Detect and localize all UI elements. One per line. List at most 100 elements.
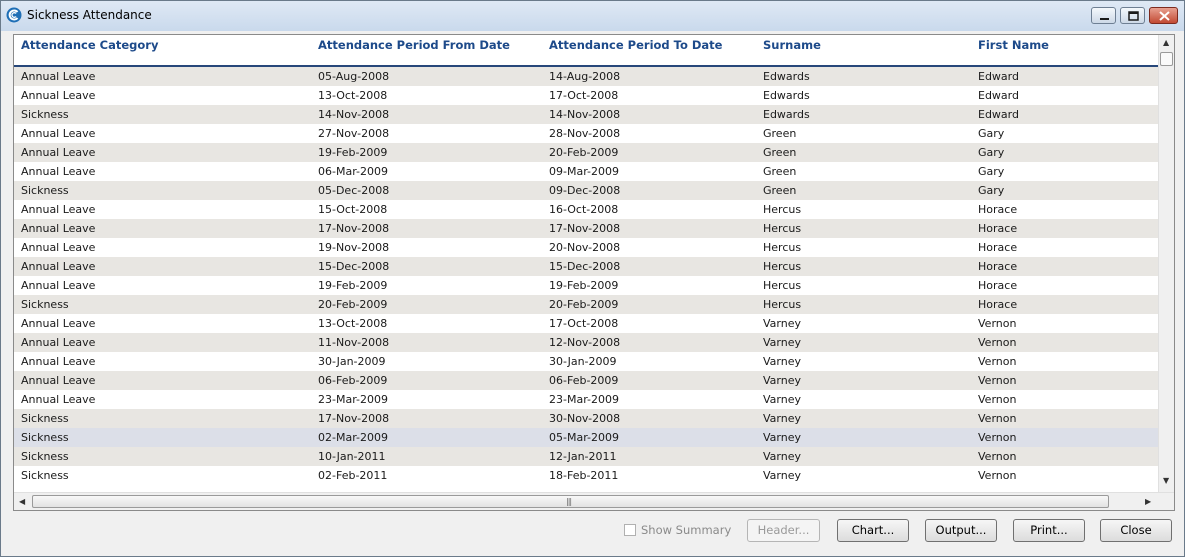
column-header-attendance-category[interactable]: Attendance Category bbox=[21, 38, 158, 52]
scroll-left-icon[interactable]: ◀ bbox=[19, 497, 25, 506]
cell-first-name: Horace bbox=[978, 298, 1018, 311]
cell-from-date: 23-Mar-2009 bbox=[318, 393, 388, 406]
cell-from-date: 11-Nov-2008 bbox=[318, 336, 390, 349]
table-row[interactable]: Sickness 14-Nov-2008 14-Nov-2008 Edwards Edw… bbox=[14, 105, 1158, 124]
cell-to-date: 17-Nov-2008 bbox=[549, 222, 621, 235]
table-row[interactable]: Annual Leave 15-Oct-2008 16-Oct-2008 Hercus… bbox=[14, 200, 1158, 219]
cell-first-name: Gary bbox=[978, 146, 1005, 159]
scroll-up-icon[interactable]: ▲ bbox=[1163, 38, 1169, 47]
attendance-grid[interactable]: Attendance Category Attendance Period Fr… bbox=[13, 34, 1175, 511]
table-row[interactable]: Annual Leave 06-Feb-2009 06-Feb-2009 Varney… bbox=[14, 371, 1158, 390]
output-button[interactable]: Output... bbox=[925, 519, 997, 542]
cell-surname: Edwards bbox=[763, 89, 810, 102]
grid-rows: Annual Leave 05-Aug-2008 14-Aug-2008 Edward… bbox=[14, 67, 1158, 492]
cell-to-date: 18-Feb-2011 bbox=[549, 469, 619, 482]
table-row[interactable]: Annual Leave 05-Aug-2008 14-Aug-2008 Edward… bbox=[14, 67, 1158, 86]
show-summary-label: Show Summary bbox=[641, 523, 732, 537]
scroll-right-icon[interactable]: ▶ bbox=[1145, 497, 1151, 506]
cell-surname: Varney bbox=[763, 469, 801, 482]
cell-attendance-category: Annual Leave bbox=[21, 222, 96, 235]
maximize-button[interactable] bbox=[1120, 7, 1145, 24]
cell-first-name: Edward bbox=[978, 108, 1019, 121]
chart-button[interactable]: Chart... bbox=[837, 519, 909, 542]
cell-surname: Hercus bbox=[763, 203, 802, 216]
checkbox-box[interactable] bbox=[624, 524, 636, 536]
cell-from-date: 19-Nov-2008 bbox=[318, 241, 390, 254]
cell-attendance-category: Annual Leave bbox=[21, 165, 96, 178]
table-row[interactable]: Sickness 17-Nov-2008 30-Nov-2008 Varney Vern… bbox=[14, 409, 1158, 428]
cell-attendance-category: Annual Leave bbox=[21, 393, 96, 406]
cell-from-date: 15-Dec-2008 bbox=[318, 260, 390, 273]
cell-from-date: 20-Feb-2009 bbox=[318, 298, 388, 311]
cell-surname: Green bbox=[763, 184, 797, 197]
table-row[interactable]: Annual Leave 06-Mar-2009 09-Mar-2009 Green G… bbox=[14, 162, 1158, 181]
table-row[interactable]: Annual Leave 23-Mar-2009 23-Mar-2009 Varney… bbox=[14, 390, 1158, 409]
table-row[interactable]: Annual Leave 17-Nov-2008 17-Nov-2008 Hercus… bbox=[14, 219, 1158, 238]
table-row[interactable]: Annual Leave 15-Dec-2008 15-Dec-2008 Hercus… bbox=[14, 257, 1158, 276]
close-window-button[interactable] bbox=[1149, 7, 1178, 24]
cell-to-date: 20-Feb-2009 bbox=[549, 146, 619, 159]
table-row[interactable]: Annual Leave 13-Oct-2008 17-Oct-2008 Edward… bbox=[14, 86, 1158, 105]
cell-first-name: Vernon bbox=[978, 374, 1017, 387]
horizontal-scroll-thumb[interactable]: ||| bbox=[32, 495, 1109, 508]
cell-surname: Edwards bbox=[763, 70, 810, 83]
cell-first-name: Vernon bbox=[978, 355, 1017, 368]
table-row[interactable]: Annual Leave 30-Jan-2009 30-Jan-2009 Varney… bbox=[14, 352, 1158, 371]
cell-from-date: 19-Feb-2009 bbox=[318, 146, 388, 159]
column-header-first-name[interactable]: First Name bbox=[978, 38, 1049, 52]
table-row[interactable]: Sickness 05-Dec-2008 09-Dec-2008 Green Gary bbox=[14, 181, 1158, 200]
table-row[interactable]: Annual Leave 27-Nov-2008 28-Nov-2008 Green G… bbox=[14, 124, 1158, 143]
cell-surname: Varney bbox=[763, 412, 801, 425]
table-row[interactable]: Annual Leave 19-Feb-2009 20-Feb-2009 Green G… bbox=[14, 143, 1158, 162]
column-header-from-date[interactable]: Attendance Period From Date bbox=[318, 38, 510, 52]
vertical-scroll-thumb[interactable] bbox=[1160, 52, 1173, 66]
cell-first-name: Horace bbox=[978, 222, 1018, 235]
table-row[interactable]: Annual Leave 19-Feb-2009 19-Feb-2009 Hercus… bbox=[14, 276, 1158, 295]
cell-from-date: 10-Jan-2011 bbox=[318, 450, 386, 463]
cell-surname: Hercus bbox=[763, 260, 802, 273]
column-header-surname[interactable]: Surname bbox=[763, 38, 821, 52]
cell-to-date: 28-Nov-2008 bbox=[549, 127, 621, 140]
close-button[interactable]: Close bbox=[1100, 519, 1172, 542]
column-header-to-date[interactable]: Attendance Period To Date bbox=[549, 38, 722, 52]
table-row[interactable]: Sickness 02-Feb-2011 18-Feb-2011 Varney Vern… bbox=[14, 466, 1158, 485]
minimize-button[interactable] bbox=[1091, 7, 1116, 24]
cell-to-date: 30-Nov-2008 bbox=[549, 412, 621, 425]
table-row[interactable]: Annual Leave 19-Nov-2008 20-Nov-2008 Hercus… bbox=[14, 238, 1158, 257]
print-button[interactable]: Print... bbox=[1013, 519, 1085, 542]
cell-surname: Green bbox=[763, 127, 797, 140]
cell-surname: Varney bbox=[763, 431, 801, 444]
cell-attendance-category: Annual Leave bbox=[21, 89, 96, 102]
table-row[interactable]: Sickness 10-Jan-2011 12-Jan-2011 Varney Vern… bbox=[14, 447, 1158, 466]
cell-attendance-category: Sickness bbox=[21, 412, 69, 425]
title-bar[interactable]: Sickness Attendance bbox=[1, 1, 1184, 31]
grip-icon: ||| bbox=[566, 497, 572, 506]
cell-surname: Varney bbox=[763, 374, 801, 387]
table-row[interactable]: Annual Leave 11-Nov-2008 12-Nov-2008 Varney… bbox=[14, 333, 1158, 352]
table-row[interactable]: Sickness 02-Mar-2009 05-Mar-2009 Varney Vern… bbox=[14, 428, 1158, 447]
cell-from-date: 14-Nov-2008 bbox=[318, 108, 390, 121]
horizontal-scrollbar[interactable]: ◀ ||| ▶ bbox=[14, 492, 1174, 510]
cell-first-name: Vernon bbox=[978, 336, 1017, 349]
vertical-scrollbar[interactable]: ▲ ▼ bbox=[1158, 35, 1174, 492]
cell-from-date: 17-Nov-2008 bbox=[318, 412, 390, 425]
cell-surname: Hercus bbox=[763, 279, 802, 292]
cell-to-date: 12-Jan-2011 bbox=[549, 450, 617, 463]
window-title: Sickness Attendance bbox=[27, 8, 152, 22]
table-row[interactable]: Annual Leave 13-Oct-2008 17-Oct-2008 Varney… bbox=[14, 314, 1158, 333]
cell-to-date: 16-Oct-2008 bbox=[549, 203, 619, 216]
cell-from-date: 17-Nov-2008 bbox=[318, 222, 390, 235]
cell-attendance-category: Annual Leave bbox=[21, 336, 96, 349]
cell-to-date: 06-Feb-2009 bbox=[549, 374, 619, 387]
cell-attendance-category: Sickness bbox=[21, 298, 69, 311]
table-row[interactable]: Sickness 20-Feb-2009 20-Feb-2009 Hercus Hora… bbox=[14, 295, 1158, 314]
cell-first-name: Vernon bbox=[978, 431, 1017, 444]
cell-first-name: Horace bbox=[978, 203, 1018, 216]
cell-first-name: Vernon bbox=[978, 317, 1017, 330]
header-button[interactable]: Header... bbox=[747, 519, 820, 542]
cell-to-date: 17-Oct-2008 bbox=[549, 89, 619, 102]
cell-first-name: Horace bbox=[978, 260, 1018, 273]
scroll-down-icon[interactable]: ▼ bbox=[1163, 476, 1169, 485]
cell-first-name: Gary bbox=[978, 165, 1005, 178]
cell-from-date: 02-Mar-2009 bbox=[318, 431, 388, 444]
